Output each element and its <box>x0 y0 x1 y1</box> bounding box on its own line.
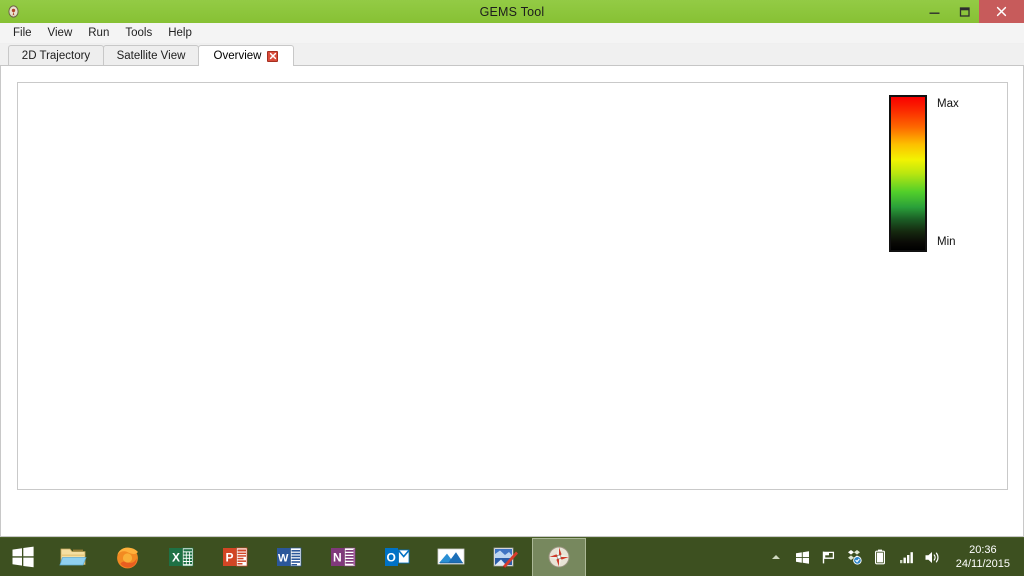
firefox-icon <box>116 547 138 568</box>
menu-item-tools[interactable]: Tools <box>117 25 160 41</box>
tab-satellite-view[interactable]: Satellite View <box>103 45 199 66</box>
taskbar-app-outlook[interactable]: O <box>370 538 424 576</box>
windows-tray-icon[interactable] <box>794 549 811 566</box>
colorbar-legend: Max Min <box>889 95 959 265</box>
battery-icon[interactable] <box>872 549 889 566</box>
taskbar-app-onenote[interactable]: N <box>316 538 370 576</box>
taskbar-clock[interactable]: 20:36 24/11/2015 <box>950 543 1018 571</box>
network-signal-icon[interactable] <box>898 549 915 566</box>
tab-label: Satellite View <box>116 50 186 62</box>
compass-marker-icon <box>3 2 23 22</box>
windows-start-icon[interactable] <box>0 538 46 576</box>
svg-text:O: O <box>387 551 396 565</box>
outlook-icon: O <box>385 548 410 566</box>
taskbar-app-photo-viewer[interactable] <box>424 538 478 576</box>
taskbar-app-gems-tool[interactable] <box>532 537 586 576</box>
taskbar-app-image-editor[interactable] <box>478 538 532 576</box>
map-plot-frame[interactable]: Max Min <box>17 82 1008 490</box>
gems-tool-icon <box>548 546 570 568</box>
menu-item-file[interactable]: File <box>5 25 40 41</box>
tab-strip: 2D Trajectory Satellite View Overview <box>0 44 1024 67</box>
restore-button[interactable] <box>949 0 979 23</box>
powerpoint-icon: P <box>223 547 248 567</box>
volume-speaker-icon[interactable] <box>924 549 941 566</box>
tab-label: 2D Trajectory <box>21 50 91 62</box>
svg-text:X: X <box>172 551 180 565</box>
menu-item-help[interactable]: Help <box>160 25 200 41</box>
taskbar-app-powerpoint[interactable]: P <box>208 538 262 576</box>
svg-text:N: N <box>333 551 342 565</box>
colorbar-gradient <box>889 95 927 252</box>
image-editor-icon <box>493 547 518 568</box>
overview-content-panel: Max Min <box>0 66 1024 537</box>
menu-bar: File View Run Tools Help <box>0 23 1024 44</box>
taskbar-app-word[interactable]: W <box>262 538 316 576</box>
word-icon: W <box>277 547 302 567</box>
window-controls <box>919 0 1024 23</box>
tab-label: Overview <box>213 50 262 62</box>
taskbar-app-buttons: X P W N O <box>46 537 768 576</box>
title-bar[interactable]: GEMS Tool <box>0 0 1024 23</box>
taskbar: X P W N O 20:36 24/11/2015 <box>0 537 1024 576</box>
ndvi-field-map[interactable] <box>18 83 1007 489</box>
system-tray: 20:36 24/11/2015 <box>768 538 1024 576</box>
tab-close-icon[interactable] <box>267 50 279 62</box>
desktop-screen: GEMS Tool File View Run Tools Help 2D Tr… <box>0 0 1024 576</box>
menu-item-run[interactable]: Run <box>80 25 117 41</box>
file-explorer-icon <box>59 548 87 566</box>
photo-viewer-icon <box>437 548 465 565</box>
close-button[interactable] <box>979 0 1024 23</box>
colorbar-min-label: Min <box>937 236 956 248</box>
svg-text:W: W <box>278 553 289 565</box>
tab-2d-trajectory[interactable]: 2D Trajectory <box>8 45 104 66</box>
tab-overview[interactable]: Overview <box>198 45 294 67</box>
minimize-button[interactable] <box>919 0 949 23</box>
onenote-icon: N <box>331 547 356 567</box>
gems-tool-window: GEMS Tool File View Run Tools Help 2D Tr… <box>0 0 1024 537</box>
clock-time: 20:36 <box>969 544 997 556</box>
taskbar-app-firefox[interactable] <box>100 538 154 576</box>
clock-date: 24/11/2015 <box>955 558 1010 570</box>
action-center-flag-icon[interactable] <box>820 549 837 566</box>
colorbar-max-label: Max <box>937 98 959 110</box>
taskbar-app-excel[interactable]: X <box>154 538 208 576</box>
excel-icon: X <box>169 547 194 567</box>
svg-text:P: P <box>226 551 234 565</box>
show-hidden-icons-chevron-up-icon[interactable] <box>768 549 785 566</box>
taskbar-app-file-explorer[interactable] <box>46 538 100 576</box>
window-title: GEMS Tool <box>479 4 545 19</box>
menu-item-view[interactable]: View <box>40 25 81 41</box>
sync-status-icon[interactable] <box>846 549 863 566</box>
